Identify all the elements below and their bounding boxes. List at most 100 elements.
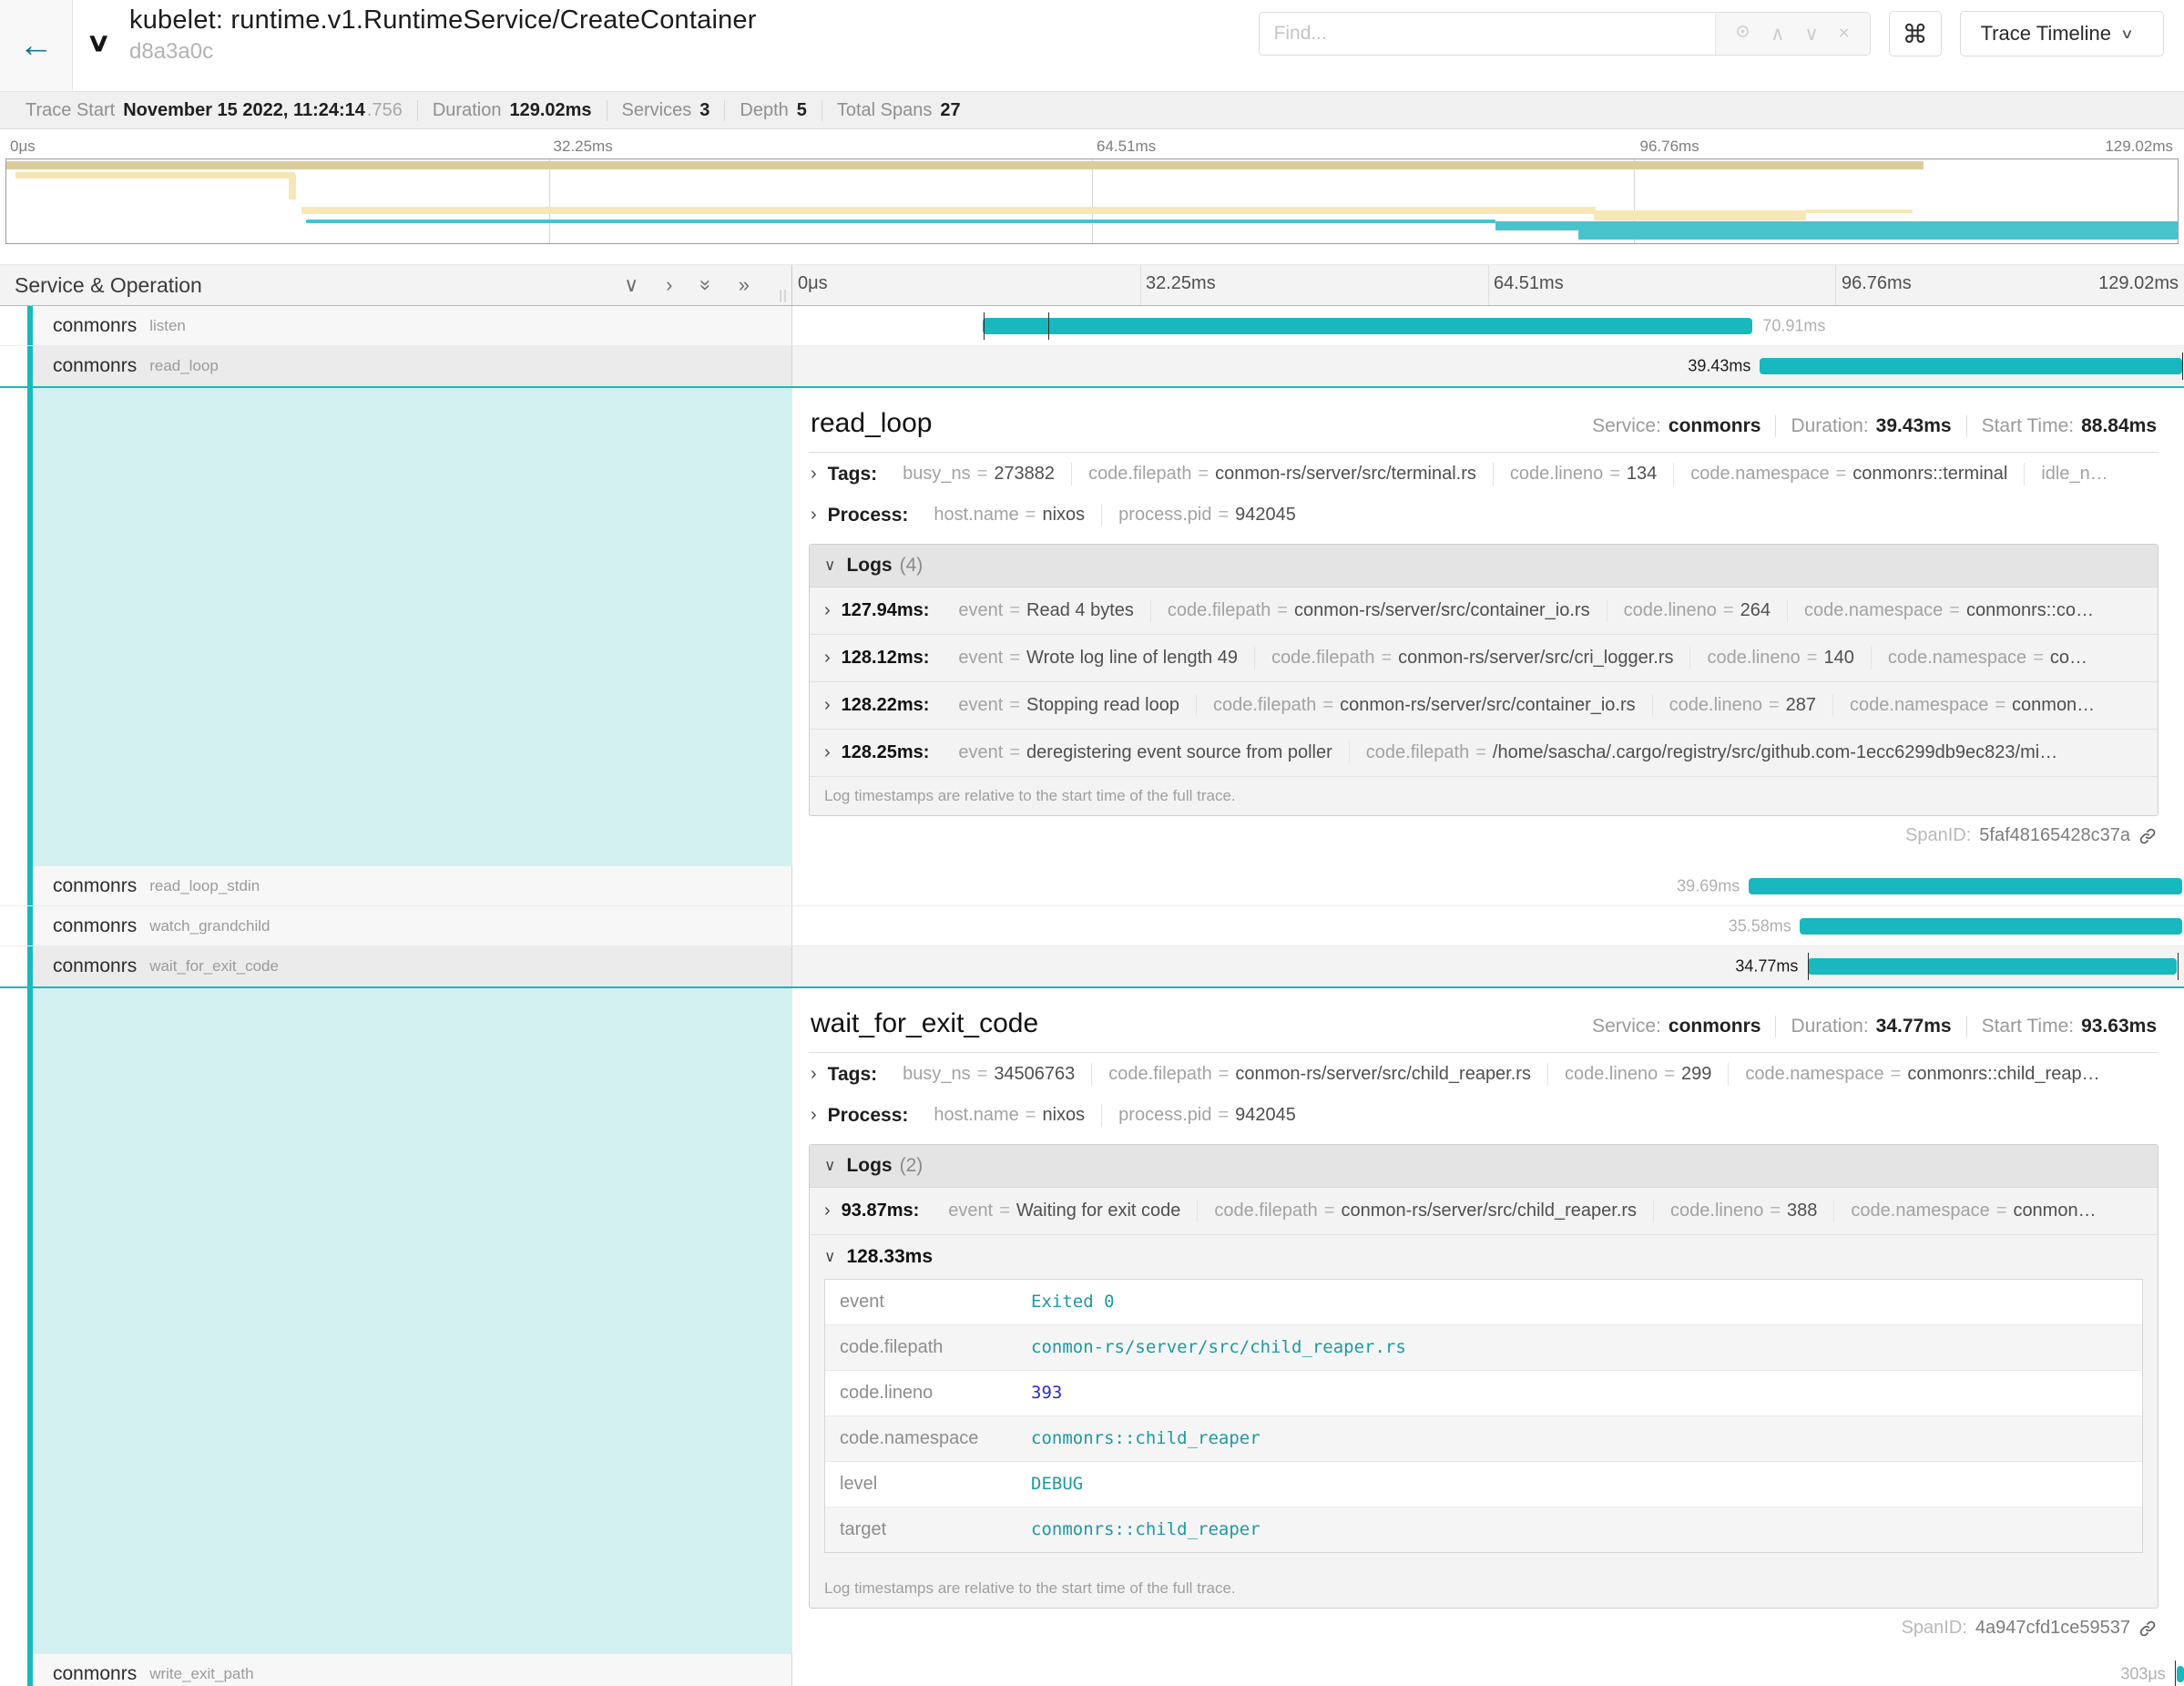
span-row-listen[interactable]: conmonrs listen 70.91ms	[0, 306, 2184, 346]
chevron-right-icon: ›	[824, 648, 831, 669]
logs-header[interactable]: ∨ Logs (2)	[810, 1145, 2158, 1188]
minimap-ruler: 0μs 32.25ms 64.51ms 96.76ms 129.02ms	[5, 133, 2179, 158]
prev-match-icon[interactable]: ∧	[1771, 23, 1784, 46]
span-timeline-cell[interactable]: 70.91ms	[792, 306, 2184, 345]
log-entry[interactable]: ›93.87ms:event=Waiting for exit codecode…	[810, 1188, 2158, 1235]
span-name-cell[interactable]: conmonrs wait_for_exit_code	[0, 946, 792, 986]
span-row-wait-for-exit-code[interactable]: conmonrs wait_for_exit_code 34.77ms	[0, 946, 2184, 986]
key-value-pair: code.lineno=140	[1690, 647, 1871, 669]
row-gutter	[0, 388, 27, 866]
spanid-row: SpanID: 5faf48165428c37a	[809, 825, 2158, 846]
key-value-pair: code.filepath=conmon-rs/server/src/conta…	[1151, 599, 1607, 622]
span-tick	[1048, 312, 1049, 340]
meta-suffix: .756	[367, 100, 403, 121]
minimap-span-bar	[1806, 209, 1913, 213]
view-selector-button[interactable]: Trace Timeline ∨	[1960, 11, 2164, 56]
service-meta: Service:conmonrs	[1577, 1016, 1776, 1037]
span-timeline-cell[interactable]: 35.58ms	[792, 906, 2184, 945]
span-bar[interactable]	[1760, 358, 2183, 374]
next-match-icon[interactable]: ∨	[1804, 23, 1818, 46]
tags-row[interactable]: › Tags: busy_ns=273882code.filepath=conm…	[809, 453, 2158, 494]
expand-all-icon[interactable]: »	[739, 273, 750, 297]
meta-label: Services	[622, 100, 692, 121]
span-name-cell[interactable]: conmonrs read_loop_stdin	[0, 866, 792, 905]
column-resize-handle[interactable]: ||	[779, 288, 788, 303]
tick-label: 32.25ms	[1140, 273, 1216, 294]
operation-name: read_loop_stdin	[149, 877, 260, 895]
operation-name: write_exit_path	[149, 1665, 253, 1683]
process-row[interactable]: › Process: host.name=nixosprocess.pid=94…	[809, 1094, 2158, 1135]
tags-label: Tags:	[828, 464, 877, 485]
log-entry[interactable]: ›128.12ms:event=Wrote log line of length…	[810, 635, 2158, 682]
chevron-right-icon[interactable]: ›	[811, 1105, 817, 1126]
chevron-right-icon[interactable]: ›	[811, 464, 817, 485]
log-entry-list: ›127.94ms:event=Read 4 bytescode.filepat…	[810, 588, 2158, 777]
span-timeline-cell[interactable]: 303μs	[792, 1654, 2184, 1686]
span-row-read-loop-stdin[interactable]: conmonrs read_loop_stdin 39.69ms	[0, 866, 2184, 906]
meta-value: 5	[797, 100, 807, 121]
logs-label: Logs	[846, 1155, 892, 1177]
row-gutter	[0, 346, 27, 386]
back-button[interactable]: ←	[0, 0, 73, 91]
key-value-pair: code.namespace=conmonrs::co…	[1788, 599, 2110, 622]
service-name: conmonrs	[53, 1663, 137, 1685]
span-tick	[2182, 353, 2183, 380]
span-tick	[2178, 953, 2179, 980]
key-value-pair: code.namespace=conmonrs::child_reap…	[1729, 1063, 2116, 1086]
trace-collapse-toggle[interactable]: ∨	[86, 27, 111, 57]
log-entry[interactable]: ›127.94ms:event=Read 4 bytescode.filepat…	[810, 588, 2158, 635]
service-meta: Service:conmonrs	[1577, 415, 1776, 437]
span-meta: Service:conmonrs Duration:34.77ms Start …	[1577, 1016, 2157, 1037]
key-value-pair: code.lineno=134	[1494, 463, 1674, 485]
tick-label: 0μs	[5, 138, 36, 156]
span-bar[interactable]	[2177, 1666, 2184, 1682]
process-row[interactable]: › Process: host.name=nixosprocess.pid=94…	[809, 494, 2158, 535]
span-name-cell[interactable]: conmonrs read_loop	[0, 346, 792, 386]
span-bar[interactable]	[1749, 878, 2183, 894]
chevron-right-icon[interactable]: ›	[811, 505, 817, 526]
span-duration-label: 70.91ms	[1755, 316, 1832, 335]
span-bar[interactable]	[1808, 958, 2177, 975]
start-time-meta: Start Time:88.84ms	[1967, 415, 2157, 437]
logs-header[interactable]: ∨ Logs (4)	[810, 545, 2158, 588]
span-name-cell[interactable]: conmonrs listen	[0, 306, 792, 345]
key-value-pair: event=deregistering event source from po…	[942, 741, 1349, 764]
clear-search-icon[interactable]: ×	[1839, 23, 1850, 45]
trace-minimap[interactable]	[5, 158, 2179, 244]
span-name-cell[interactable]: conmonrs write_exit_path	[0, 1654, 792, 1686]
find-input[interactable]	[1260, 13, 1715, 55]
span-color-bar	[27, 346, 33, 386]
span-row-write-exit-path[interactable]: conmonrs write_exit_path 303μs	[0, 1654, 2184, 1686]
collapse-all-icon[interactable]: »	[694, 280, 718, 291]
tick-label: 96.76ms	[1636, 138, 1699, 156]
keyboard-shortcuts-button[interactable]: ⌘	[1889, 11, 1942, 56]
chevron-right-icon[interactable]: ›	[811, 1064, 817, 1085]
chevron-right-icon: ›	[824, 742, 831, 763]
copy-link-icon[interactable]	[2138, 827, 2157, 845]
span-name-cell[interactable]: conmonrs watch_grandchild	[0, 906, 792, 945]
topbar: ← ∨ kubelet: runtime.v1.RuntimeService/C…	[0, 0, 2184, 91]
expanded-log-header[interactable]: ∨ 128.33ms	[810, 1235, 2158, 1277]
tags-row[interactable]: › Tags: busy_ns=34506763code.filepath=co…	[809, 1053, 2158, 1094]
span-timeline-cell[interactable]: 34.77ms	[792, 946, 2184, 986]
detail-content: read_loop Service:conmonrs Duration:39.4…	[792, 388, 2184, 866]
span-row-watch-grandchild[interactable]: conmonrs watch_grandchild 35.58ms	[0, 906, 2184, 946]
meta-label: Depth	[740, 100, 788, 121]
back-arrow-icon: ←	[19, 26, 54, 66]
copy-link-icon[interactable]	[2138, 1620, 2157, 1638]
collapse-one-icon[interactable]: ∨	[624, 273, 638, 297]
log-entry[interactable]: ›128.25ms:event=deregistering event sour…	[810, 730, 2158, 777]
services-meta: Services 3	[607, 100, 726, 121]
span-row-read-loop[interactable]: conmonrs read_loop 39.43ms	[0, 346, 2184, 386]
span-bar[interactable]	[1800, 918, 2182, 935]
span-timeline-cell[interactable]: 39.43ms	[792, 346, 2184, 386]
span-bar[interactable]	[983, 318, 1752, 334]
key-value-pair: host.name=nixos	[917, 1104, 1102, 1127]
span-timeline-cell[interactable]: 39.69ms	[792, 866, 2184, 905]
key-value-pair: code.lineno=264	[1607, 599, 1788, 622]
log-entry[interactable]: ›128.22ms:event=Stopping read loopcode.f…	[810, 682, 2158, 730]
operation-name: watch_grandchild	[149, 917, 270, 935]
focus-match-icon[interactable]	[1735, 23, 1750, 45]
key-value-pair: code.filepath=conmon-rs/server/src/child…	[1092, 1063, 1548, 1086]
expand-one-icon[interactable]: ›	[666, 273, 672, 297]
